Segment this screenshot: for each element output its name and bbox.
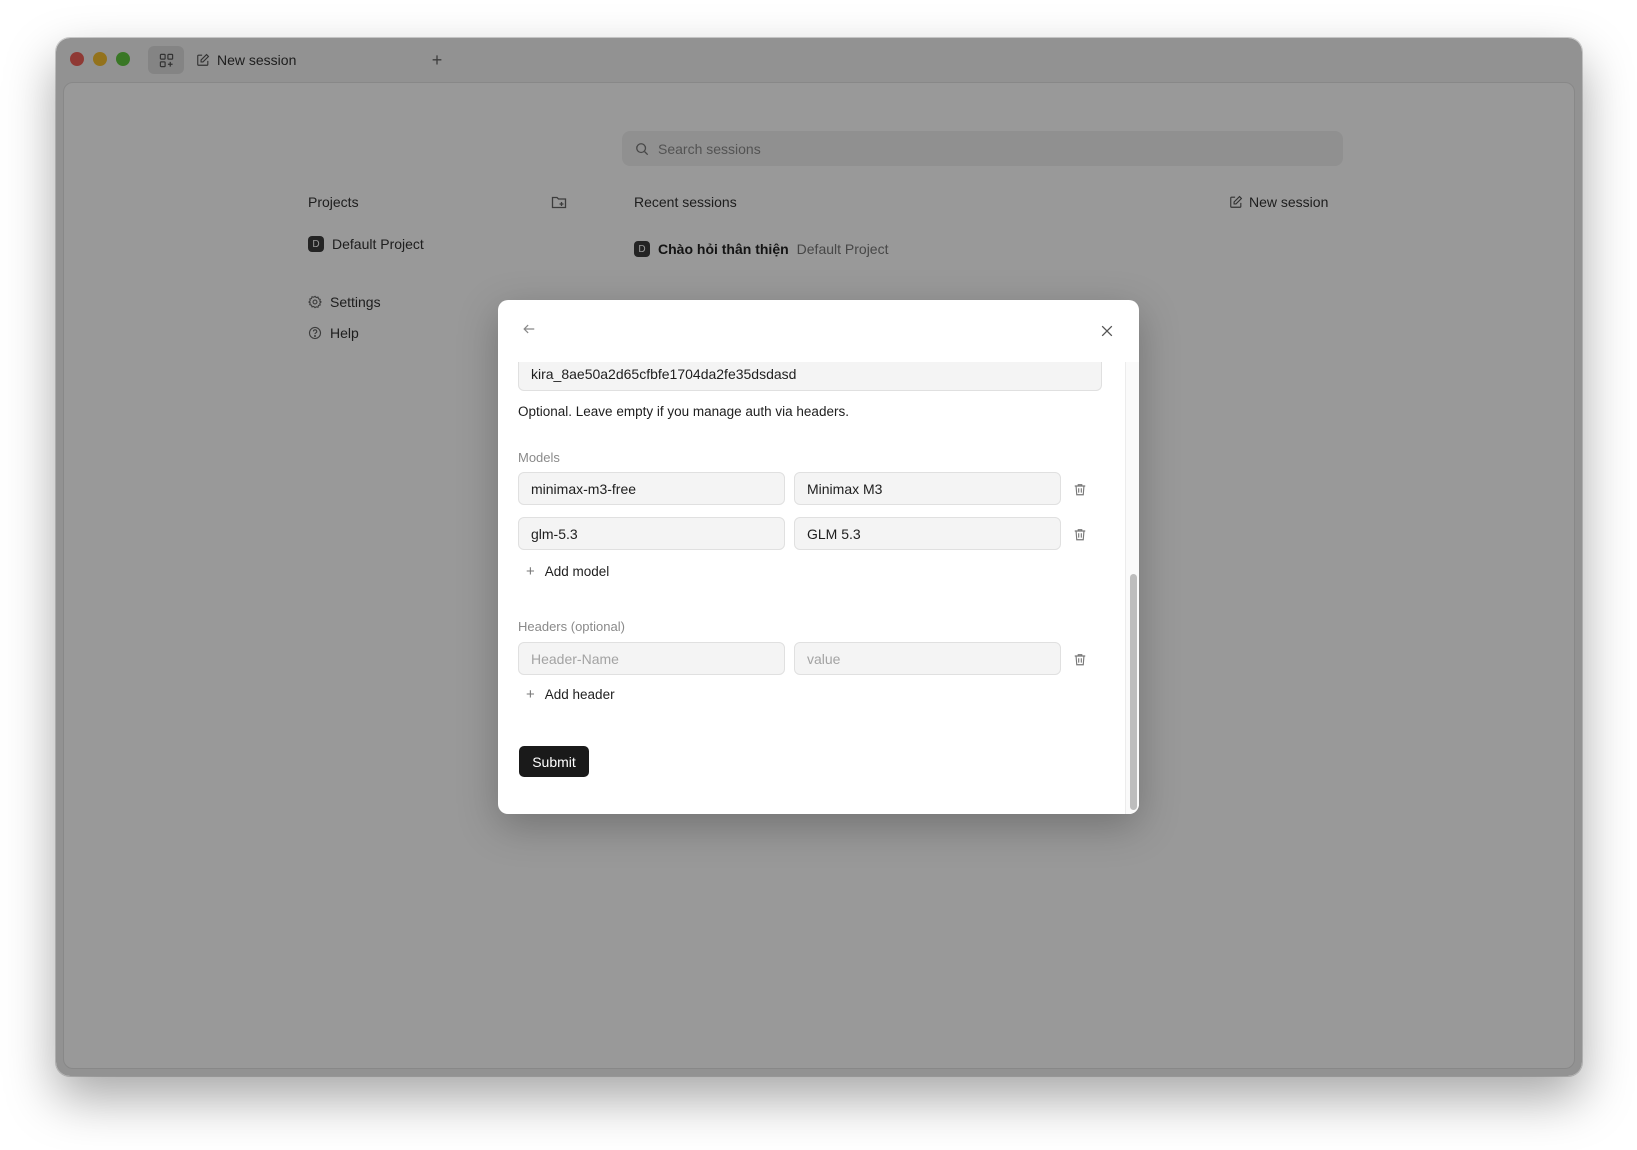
model-name-value: Minimax M3 [807,480,883,497]
api-key-value: kira_8ae50a2d65cfbfe1704da2fe35dsdasd [531,366,797,382]
plus-icon: + [526,563,535,580]
trash-icon [1074,653,1086,665]
trash-icon [1074,528,1086,540]
add-model-button[interactable]: + Add model [526,563,609,580]
model-name-field[interactable]: Minimax M3 [794,472,1061,505]
delete-header-button[interactable] [1070,649,1090,669]
model-id-field[interactable]: minimax-m3-free [518,472,785,505]
models-label: Models [518,450,560,465]
model-id-field[interactable]: glm-5.3 [518,517,785,550]
delete-model-button[interactable] [1070,479,1090,499]
scrollbar-thumb[interactable] [1130,574,1137,810]
api-key-hint: Optional. Leave empty if you manage auth… [518,404,849,419]
api-key-field[interactable]: kira_8ae50a2d65cfbfe1704da2fe35dsdasd [518,362,1102,391]
submit-button[interactable]: Submit [519,746,589,777]
delete-model-button[interactable] [1070,524,1090,544]
modal-scrollbar[interactable] [1125,362,1139,814]
provider-modal: kira_8ae50a2d65cfbfe1704da2fe35dsdasd Op… [498,300,1139,814]
header-name-input[interactable]: Header-Name [518,642,785,675]
add-model-label: Add model [544,564,610,579]
model-id-value: glm-5.3 [531,525,578,542]
arrow-left-icon [523,324,535,334]
trash-icon [1074,483,1086,495]
add-header-label: Add header [544,687,615,702]
modal-scroll-area: kira_8ae50a2d65cfbfe1704da2fe35dsdasd Op… [498,362,1125,814]
header-name-placeholder: Header-Name [531,650,619,667]
model-id-value: minimax-m3-free [531,480,637,497]
close-icon [1101,325,1113,337]
plus-icon: + [526,686,535,703]
close-button[interactable] [1096,320,1118,342]
model-name-value: GLM 5.3 [807,525,861,542]
headers-label: Headers (optional) [518,619,625,634]
back-button[interactable] [518,318,540,340]
add-header-button[interactable]: + Add header [526,686,615,703]
header-value-placeholder: value [807,650,841,667]
model-name-field[interactable]: GLM 5.3 [794,517,1061,550]
header-value-input[interactable]: value [794,642,1061,675]
